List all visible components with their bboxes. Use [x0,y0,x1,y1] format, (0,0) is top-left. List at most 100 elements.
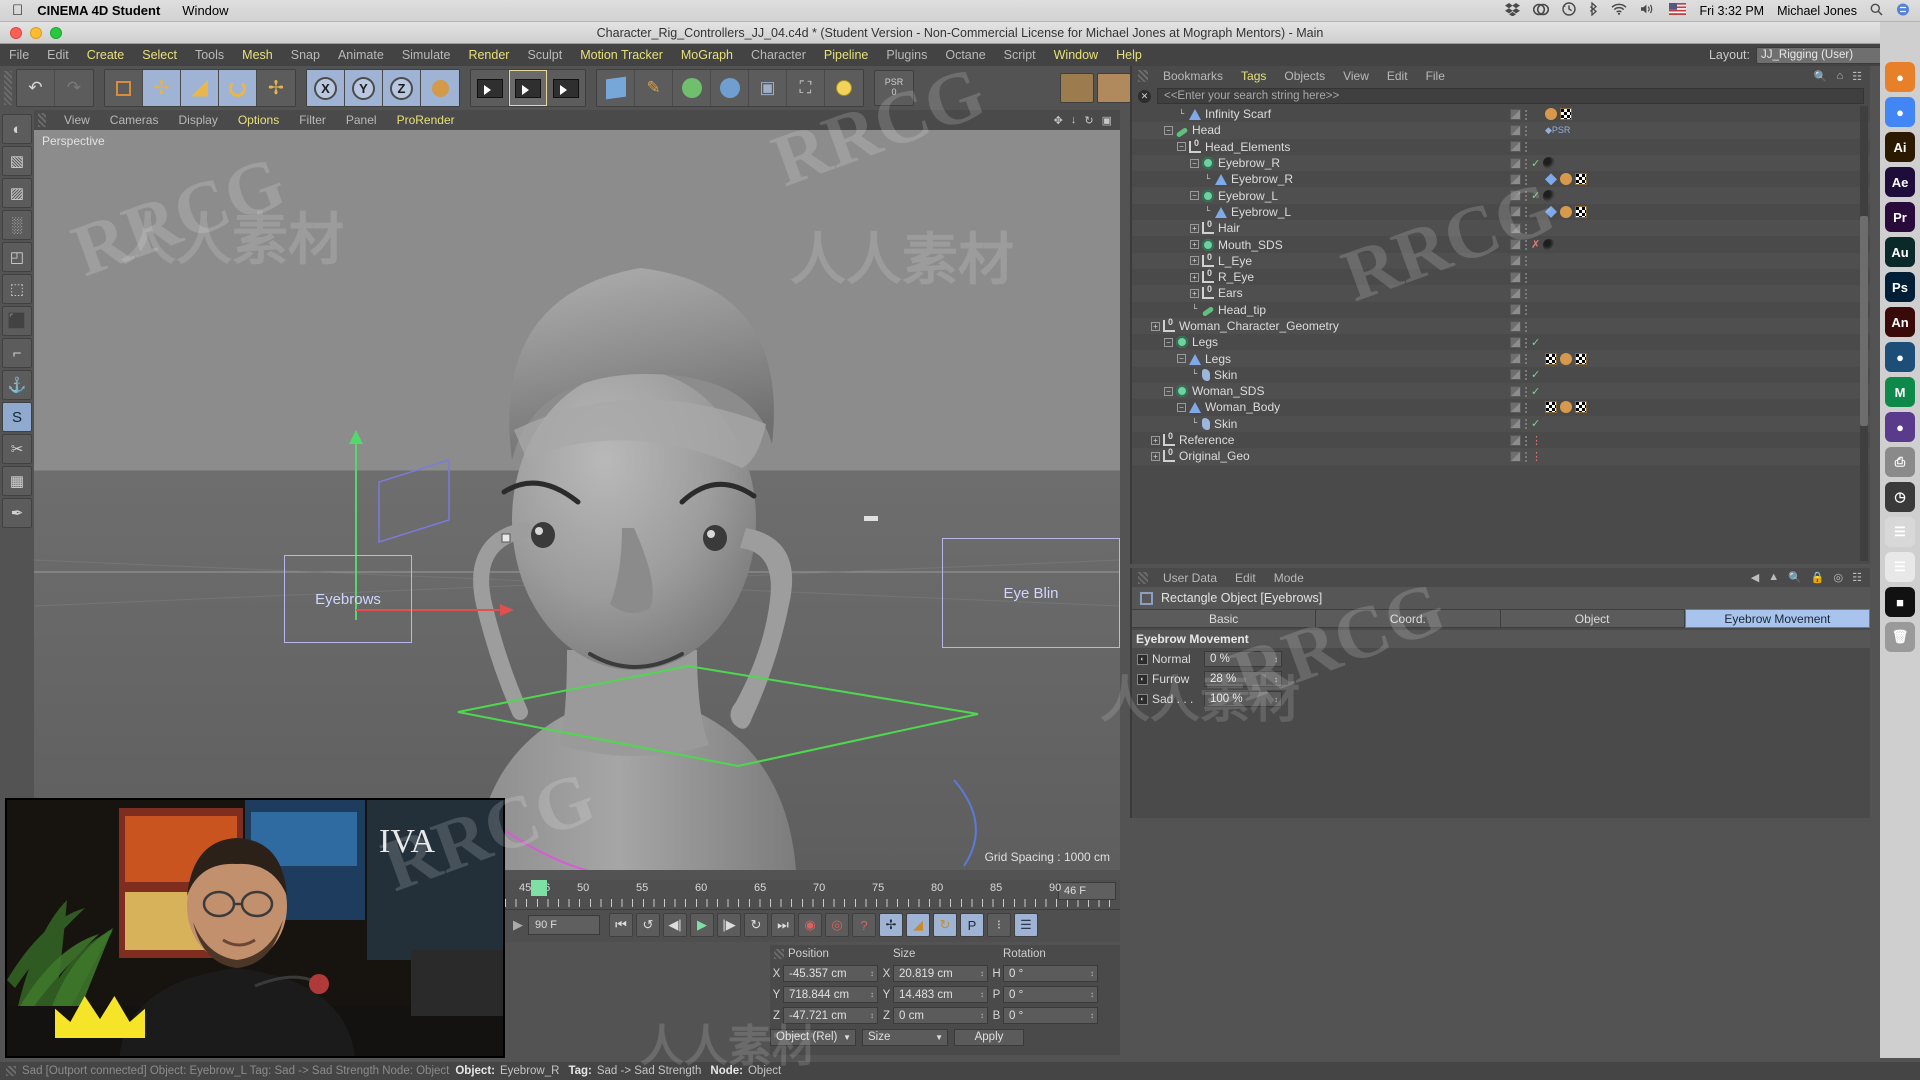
position-z-input[interactable]: -47.721 cm ↕ [783,1007,878,1024]
visibility-dots-icon[interactable] [1524,418,1528,430]
macos-active-app-name[interactable]: CINEMA 4D Student [37,3,182,18]
bluetooth-icon[interactable] [1589,1,1598,19]
size-x-input[interactable]: 20.819 cm ↕ [893,965,988,982]
undo-button[interactable]: ↶ [17,70,55,106]
size-mode-dropdown[interactable]: Size ▼ [862,1028,948,1046]
object-tree-row[interactable]: +0 L_Eye [1132,252,1870,269]
current-frame-field[interactable]: 46 F [1058,882,1116,900]
boole-icon[interactable]: ⬚ [2,274,32,304]
redo-button[interactable]: ↷ [55,70,93,106]
clear-search-icon[interactable]: ✕ [1138,89,1151,103]
trash-icon[interactable]: 🗑 [1885,622,1915,652]
animate-icon[interactable]: An [1885,307,1915,337]
snap-icon[interactable]: S [2,402,32,432]
object-tree-row[interactable]: − Legs [1132,350,1870,367]
stepper-icon[interactable]: ↕ [870,1011,874,1020]
firefox-icon[interactable]: ● [1885,62,1915,92]
search-icon[interactable]: 🔍 [1814,70,1828,83]
terminal-icon[interactable]: ■ [1885,587,1915,617]
visibility-dots-icon[interactable] [1524,157,1528,169]
menu-motion-tracker[interactable]: Motion Tracker [571,48,672,62]
maya-icon[interactable]: M [1885,377,1915,407]
enabled-check-icon[interactable]: ✓ [1531,157,1540,170]
checker-icon[interactable]: ░ [2,210,32,240]
loop-button[interactable]: ↻ [744,913,768,937]
visibility-toggle-icon[interactable] [1510,222,1521,234]
visibility-toggle-icon[interactable] [1510,320,1521,332]
scrollbar-thumb[interactable] [1860,216,1868,426]
up-arrow-icon[interactable]: ▲ [1768,571,1779,584]
visibility-toggle-icon[interactable] [1510,304,1521,316]
macos-menu-window[interactable]: Window [182,3,250,18]
current-frame-marker[interactable] [531,880,547,896]
rotation-p-input[interactable]: 0 ° ↕ [1003,986,1098,1003]
expand-icon[interactable]: + [1190,272,1199,282]
axis-move-button[interactable]: ✢ [257,70,295,106]
visibility-toggle-icon[interactable] [1510,401,1521,413]
render-to-picture-viewer-button[interactable] [509,70,547,106]
object-tree[interactable]: └ Infinity Scarf − Head ◆PSR −0 Head_Elements −… [1132,106,1870,561]
menu-plugins[interactable]: Plugins [877,48,936,62]
axis-y-button[interactable]: Y [345,70,383,106]
disabled-x-icon[interactable]: ✗ [1531,238,1540,251]
rotation-key-button[interactable]: ↻ [933,913,957,937]
expand-icon[interactable]: + [1190,223,1199,233]
visibility-dots-icon[interactable] [1524,304,1528,316]
phong-tag[interactable] [1543,238,1556,251]
visibility-dots-icon[interactable] [1524,320,1528,332]
visibility-toggle-icon[interactable] [1510,173,1521,185]
time-machine-icon[interactable] [1562,2,1577,19]
reminders-icon[interactable]: ☰ [1885,552,1915,582]
am-menu-mode[interactable]: Mode [1265,571,1313,585]
stepper-icon[interactable]: ↕ [980,1011,984,1020]
object-tree-row[interactable]: +0 R_Eye [1132,268,1870,285]
visibility-dots-icon[interactable] [1524,108,1528,120]
object-tree-row[interactable]: +0 Original_Geo ⋮ [1132,447,1870,465]
apply-button[interactable]: Apply [954,1028,1024,1046]
status-bar-handle[interactable] [6,1066,16,1076]
object-tree-row[interactable]: − Woman_SDS ✓ [1132,383,1870,400]
object-tree-row[interactable]: − Woman_Body [1132,399,1870,415]
visibility-dots-icon[interactable] [1524,434,1528,446]
point-level-animation-button[interactable]: ⁝ [987,913,1011,937]
toolbar-drag-handle[interactable] [4,71,12,105]
viewport-pan-icon[interactable]: ✥ [1054,114,1063,127]
menu-sculpt[interactable]: Sculpt [518,48,571,62]
param-key-button[interactable]: P [960,913,984,937]
visibility-dots-icon[interactable] [1524,222,1528,234]
coordinate-mode-dropdown[interactable]: Object (Rel) ▼ [770,1028,856,1046]
menu-simulate[interactable]: Simulate [393,48,460,62]
visibility-toggle-icon[interactable] [1510,206,1521,218]
visibility-dots-icon[interactable] [1524,239,1528,251]
object-tree-row[interactable]: +0 Woman_Character_Geometry [1132,317,1870,335]
keyframe-selection-button[interactable]: ? [852,913,876,937]
attribute-value-input[interactable]: 0 % ↕ [1204,651,1282,667]
visibility-toggle-icon[interactable] [1510,108,1521,120]
visibility-toggle-icon[interactable] [1510,271,1521,283]
visibility-dots-icon[interactable] [1524,190,1528,202]
material-tag[interactable] [1560,352,1572,365]
expand-icon[interactable]: + [1151,451,1160,461]
viewport-menu-panel[interactable]: Panel [336,113,387,127]
rotate-tool-button[interactable] [219,70,257,106]
attributes-manager-handle[interactable] [1138,571,1148,584]
go-to-start-button[interactable]: ⏮ [609,913,633,937]
pin-icon[interactable]: ◎ [1834,571,1844,584]
stepper-icon[interactable]: ↕ [980,990,984,999]
panel-icon[interactable]: ☷ [1852,70,1862,83]
keyboard-flag-icon[interactable] [1669,3,1687,18]
expand-icon[interactable]: + [1190,240,1199,250]
stepper-icon[interactable]: ↕ [1090,1011,1094,1020]
illustrator-icon[interactable]: Ai [1885,132,1915,162]
rotation-h-input[interactable]: 0 ° ↕ [1003,965,1098,982]
phong-tag[interactable] [1543,157,1556,170]
attributes-tab-eyebrow-movement[interactable]: Eyebrow Movement [1684,609,1870,628]
collapse-icon[interactable]: − [1164,386,1173,396]
chrome-icon[interactable]: ● [1885,97,1915,127]
menu-create[interactable]: Create [78,48,134,62]
viewport-3d-canvas[interactable]: Perspective Eyebrows Eye Blin Grid Spaci… [34,130,1120,870]
om-menu-view[interactable]: View [1334,69,1378,83]
play-backwards-button[interactable]: ↺ [636,913,660,937]
cube-object-icon[interactable]: ▧ [2,146,32,176]
stepper-icon[interactable]: ↕ [1274,695,1278,704]
